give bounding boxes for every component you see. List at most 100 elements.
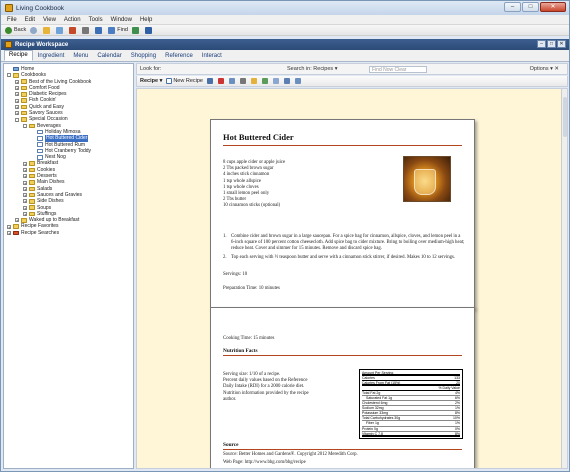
- delete-recipe-button[interactable]: [217, 78, 225, 84]
- maximize-button[interactable]: □: [522, 2, 539, 12]
- scale-button[interactable]: [261, 78, 269, 84]
- options-dropdown[interactable]: Options ▾ ✕: [530, 66, 559, 72]
- recipe-page-1: Hot Buttered Cider 8 cups apple cider or…: [210, 119, 475, 309]
- rating-button[interactable]: [250, 78, 258, 84]
- forward-button[interactable]: [30, 26, 39, 34]
- expand-icon[interactable]: +: [15, 92, 19, 97]
- look-for-label: Look for:: [140, 66, 162, 72]
- recipe-pane: Look for: Search in: Recipes ▾ Find Now …: [136, 63, 568, 469]
- step-number: 1.: [223, 234, 227, 239]
- menu-file[interactable]: File: [7, 17, 17, 23]
- tab-ingredient[interactable]: Ingredient: [34, 52, 69, 61]
- expand-icon[interactable]: +: [7, 230, 11, 235]
- collapse-icon[interactable]: -: [15, 117, 19, 122]
- zoom-button[interactable]: [283, 78, 291, 84]
- tab-calendar[interactable]: Calendar: [93, 52, 125, 61]
- workspace-close-button[interactable]: ✕: [557, 40, 566, 48]
- close-button[interactable]: ✕: [540, 2, 566, 12]
- search-in-dropdown[interactable]: Search in: Recipes ▾: [287, 66, 337, 72]
- nutrient-label: Potassium 33mg: [362, 411, 389, 416]
- expand-icon[interactable]: +: [23, 167, 27, 172]
- expand-icon[interactable]: +: [7, 224, 11, 229]
- expand-icon[interactable]: +: [15, 86, 19, 91]
- workspace-controls: – □ ✕: [536, 40, 566, 48]
- layout-button[interactable]: [272, 78, 280, 84]
- workspace-restore-button[interactable]: □: [547, 40, 556, 48]
- help-icon: [95, 26, 103, 34]
- menu-help[interactable]: Help: [140, 17, 152, 23]
- expand-icon[interactable]: +: [23, 180, 27, 185]
- find-label: Find: [117, 27, 128, 33]
- print-recipe-button[interactable]: [239, 78, 247, 84]
- expand-icon[interactable]: +: [23, 186, 27, 191]
- nutrient-label: Saturated Fat 1g: [366, 396, 393, 401]
- folder-icon: [21, 110, 27, 116]
- nutrition-rule: [223, 355, 462, 356]
- tab-recipe[interactable]: Recipe: [4, 50, 33, 61]
- filter-icon: [131, 26, 139, 34]
- step-text: Top each serving with ½ teaspoon butter …: [231, 254, 456, 260]
- expand-icon[interactable]: +: [15, 79, 19, 84]
- menu-action[interactable]: Action: [64, 17, 81, 23]
- expand-icon[interactable]: +: [23, 193, 27, 198]
- collapse-icon[interactable]: -: [7, 73, 11, 78]
- refresh-button[interactable]: [56, 26, 65, 34]
- tree-node[interactable]: + Recipe Searches: [4, 230, 133, 236]
- expand-icon[interactable]: +: [15, 104, 19, 109]
- expand-icon[interactable]: +: [23, 212, 27, 217]
- back-button[interactable]: Back: [5, 26, 26, 34]
- menu-edit[interactable]: Edit: [25, 17, 35, 23]
- menu-tools[interactable]: Tools: [89, 17, 103, 23]
- nutrient-label: Vitamin C 7.8: [362, 431, 383, 436]
- nutrient-label: Fiber 1g: [366, 421, 379, 426]
- folder-icon: [21, 79, 27, 84]
- recipe-menu-label: Recipe ▾: [140, 78, 163, 84]
- search-buttons[interactable]: Find Now Clear: [369, 66, 427, 73]
- new-recipe-button[interactable]: New Recipe: [166, 78, 203, 84]
- filter-button[interactable]: [131, 26, 141, 34]
- cookbook-icon: [69, 26, 77, 34]
- workspace-minimize-button[interactable]: –: [537, 40, 546, 48]
- nutrient-value: 1%: [454, 406, 460, 411]
- expand-icon[interactable]: +: [23, 205, 27, 210]
- home-button[interactable]: [43, 26, 52, 34]
- find-button[interactable]: Find: [108, 26, 128, 34]
- nutrition-row: Vitamin C 7.8 8%: [362, 432, 460, 437]
- tab-shopping[interactable]: Shopping: [127, 52, 160, 61]
- title-rule: [223, 145, 462, 146]
- recipe-viewer[interactable]: Hot Buttered Cider 8 cups apple cider or…: [136, 88, 568, 469]
- workspace-title-bar: Recipe Workspace – □ ✕: [1, 39, 569, 50]
- nutrient-value: % Daily Value: [438, 386, 460, 391]
- home-icon: [43, 26, 51, 34]
- tab-interact[interactable]: Interact: [198, 52, 226, 61]
- search-bar: Look for: Search in: Recipes ▾ Find Now …: [136, 63, 568, 75]
- recipe-menu-button[interactable]: Recipe ▾: [140, 78, 162, 84]
- help-button[interactable]: [95, 26, 104, 34]
- copy-recipe-button[interactable]: [228, 78, 236, 84]
- menu-window[interactable]: Window: [111, 17, 132, 23]
- edit-recipe-button[interactable]: [206, 78, 214, 84]
- minimize-button[interactable]: –: [504, 2, 521, 12]
- export-icon: [294, 78, 301, 84]
- cookbook-button[interactable]: [69, 26, 78, 34]
- folder-icon: [29, 173, 35, 179]
- nutrient-label: Protein 0g: [362, 426, 378, 431]
- scrollbar-thumb[interactable]: [563, 97, 567, 137]
- expand-icon[interactable]: +: [23, 199, 27, 204]
- collapse-icon[interactable]: -: [23, 123, 27, 128]
- tab-menu[interactable]: Menu: [69, 52, 92, 61]
- cookbook-tree[interactable]: Home - Cookbooks + Best of the Living Cookbo…: [3, 63, 134, 469]
- print-button[interactable]: [82, 26, 91, 34]
- expand-icon[interactable]: +: [23, 174, 27, 179]
- tab-reference[interactable]: Reference: [161, 52, 197, 61]
- export-button[interactable]: [294, 78, 302, 84]
- menu-view[interactable]: View: [43, 17, 56, 23]
- workspace-tabs: Recipe Ingredient Menu Calendar Shopping…: [1, 50, 569, 62]
- nutrient-label: Calories: [362, 376, 375, 381]
- expand-icon[interactable]: +: [15, 98, 19, 103]
- expand-icon[interactable]: +: [15, 111, 19, 116]
- viewer-scrollbar[interactable]: [561, 89, 567, 468]
- expand-icon[interactable]: +: [23, 161, 27, 166]
- expand-icon[interactable]: +: [15, 218, 19, 223]
- cart-button[interactable]: [144, 26, 154, 34]
